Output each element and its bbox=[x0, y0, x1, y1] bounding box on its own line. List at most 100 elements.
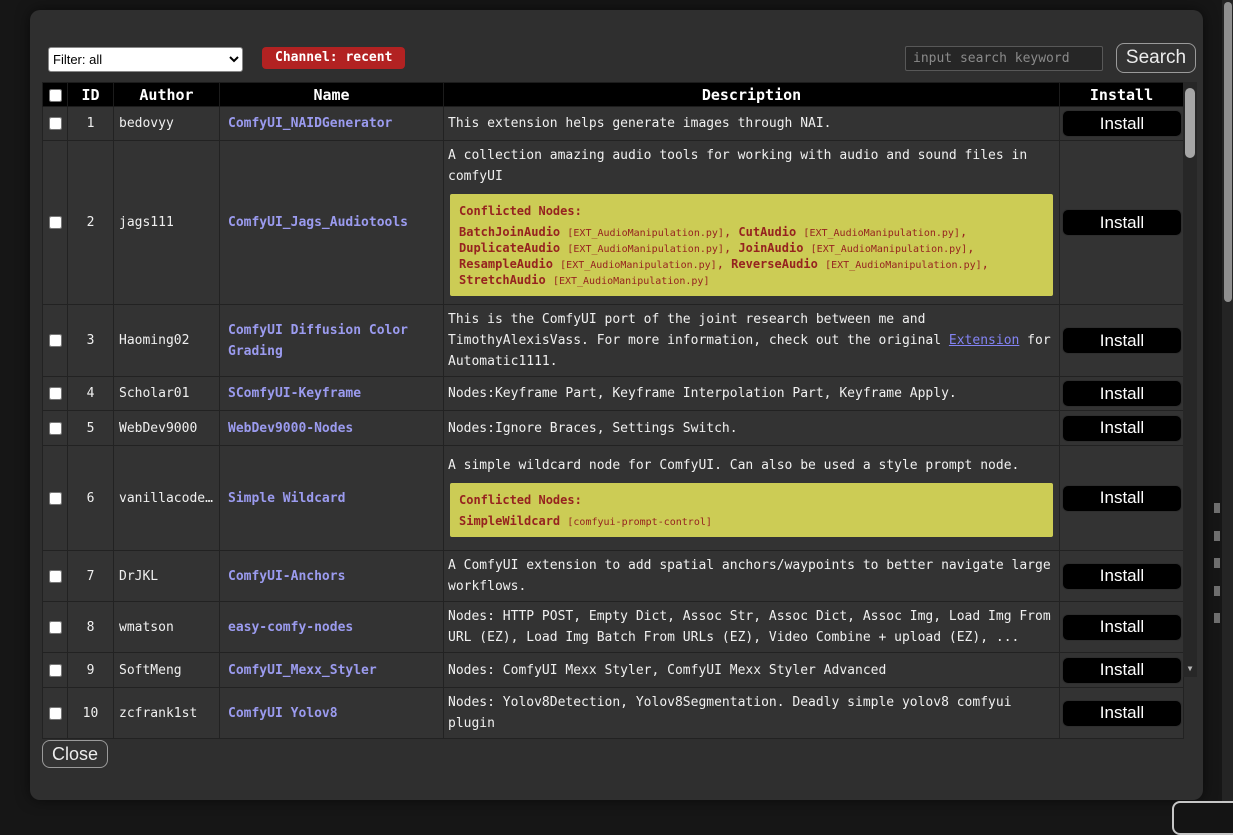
description-text: Nodes: HTTP POST, Empty Dict, Assoc Str,… bbox=[448, 609, 1051, 645]
description-text: A simple wildcard node for ComfyUI. Can … bbox=[448, 458, 1019, 473]
conflict-node-name: CutAudio bbox=[738, 225, 796, 239]
description-link[interactable]: Extension bbox=[949, 333, 1019, 348]
cell-id: 5 bbox=[68, 411, 114, 446]
cell-id: 1 bbox=[68, 107, 114, 141]
install-button[interactable]: Install bbox=[1062, 700, 1182, 727]
conflict-node-source: [comfyui-prompt-control] bbox=[567, 517, 712, 528]
header-name: Name bbox=[220, 83, 444, 107]
cell-select bbox=[43, 653, 68, 688]
select-all-checkbox[interactable] bbox=[49, 89, 62, 102]
table-row: 2jags111ComfyUI_Jags_AudiotoolsA collect… bbox=[43, 141, 1184, 305]
row-checkbox[interactable] bbox=[49, 117, 62, 130]
table-header-row: ID Author Name Description Install bbox=[43, 83, 1184, 107]
cell-description: Nodes:Ignore Braces, Settings Switch. bbox=[444, 411, 1060, 446]
extension-name-link[interactable]: ComfyUI_Mexx_Styler bbox=[220, 653, 444, 688]
extension-name-link[interactable]: ComfyUI Yolov8 bbox=[220, 688, 444, 739]
cell-author: zcfrank1st bbox=[114, 688, 220, 739]
cell-select bbox=[43, 107, 68, 141]
conflict-title: Conflicted Nodes: bbox=[459, 490, 1044, 511]
install-button[interactable]: Install bbox=[1062, 614, 1182, 641]
table-row: 5WebDev9000WebDev9000-Nodes Nodes:Ignore … bbox=[43, 411, 1184, 446]
extension-name-link[interactable]: ComfyUI_NAIDGenerator bbox=[220, 107, 444, 141]
scrollbar-down-arrow-icon[interactable]: ▼ bbox=[1183, 664, 1197, 674]
row-checkbox[interactable] bbox=[49, 492, 62, 505]
extension-name-link[interactable]: SComfyUI-Keyframe bbox=[220, 377, 444, 411]
conflict-node-source: [EXT_AudioManipulation.py] bbox=[560, 260, 717, 271]
row-checkbox[interactable] bbox=[49, 422, 62, 435]
search-input[interactable] bbox=[905, 46, 1103, 71]
row-checkbox[interactable] bbox=[49, 334, 62, 347]
page-scrollbar-thumb[interactable] bbox=[1224, 2, 1232, 302]
extension-name-link[interactable]: ComfyUI Diffusion Color Grading bbox=[220, 305, 444, 377]
description-text: A collection amazing audio tools for wor… bbox=[448, 148, 1027, 184]
conflict-warning-box: Conflicted Nodes: SimpleWildcard [comfyui… bbox=[450, 483, 1053, 537]
table-scrollbar-thumb[interactable] bbox=[1185, 88, 1195, 158]
row-checkbox[interactable] bbox=[49, 664, 62, 677]
row-checkbox[interactable] bbox=[49, 216, 62, 229]
install-button[interactable]: Install bbox=[1062, 657, 1182, 684]
custom-nodes-table: ID Author Name Description Install 1bedo… bbox=[42, 82, 1197, 677]
description-text: Nodes: ComfyUI Mexx Styler, ComfyUI Mexx… bbox=[448, 663, 886, 678]
cell-select bbox=[43, 602, 68, 653]
cell-id: 8 bbox=[68, 602, 114, 653]
extension-name-link[interactable]: Simple Wildcard bbox=[220, 446, 444, 551]
row-checkbox[interactable] bbox=[49, 707, 62, 720]
cell-id: 6 bbox=[68, 446, 114, 551]
extension-name-link[interactable]: ComfyUI_Jags_Audiotools bbox=[220, 141, 444, 305]
extension-name-link[interactable]: ComfyUI-Anchors bbox=[220, 551, 444, 602]
cell-author: bedovyy bbox=[114, 107, 220, 141]
cell-select bbox=[43, 551, 68, 602]
extension-name-link[interactable]: WebDev9000-Nodes bbox=[220, 411, 444, 446]
cell-description: A collection amazing audio tools for wor… bbox=[444, 141, 1060, 305]
description-text: Nodes: Yolov8Detection, Yolov8Segmentati… bbox=[448, 695, 1012, 731]
cell-description: A simple wildcard node for ComfyUI. Can … bbox=[444, 446, 1060, 551]
conflict-warning-box: Conflicted Nodes: BatchJoinAudio [EXT_Aud… bbox=[450, 194, 1053, 296]
cell-select bbox=[43, 377, 68, 411]
cell-author: WebDev9000 bbox=[114, 411, 220, 446]
conflict-node-name: BatchJoinAudio bbox=[459, 225, 560, 239]
conflict-title: Conflicted Nodes: bbox=[459, 201, 1044, 222]
cutoff-button[interactable] bbox=[1172, 801, 1233, 835]
search-button[interactable]: Search bbox=[1116, 43, 1196, 73]
cell-id: 2 bbox=[68, 141, 114, 305]
row-checkbox[interactable] bbox=[49, 387, 62, 400]
filter-select[interactable]: Filter: all bbox=[48, 47, 243, 72]
extension-name-link[interactable]: easy-comfy-nodes bbox=[220, 602, 444, 653]
close-button[interactable]: Close bbox=[42, 740, 108, 768]
description-text: Nodes:Ignore Braces, Settings Switch. bbox=[448, 421, 738, 436]
occluded-ui-fragment bbox=[1214, 613, 1220, 623]
install-button[interactable]: Install bbox=[1062, 110, 1182, 137]
cell-select bbox=[43, 141, 68, 305]
table-row: 7DrJKLComfyUI-AnchorsA ComfyUI extension… bbox=[43, 551, 1184, 602]
cell-description: Nodes: HTTP POST, Empty Dict, Assoc Str,… bbox=[444, 602, 1060, 653]
cell-description: Nodes: Yolov8Detection, Yolov8Segmentati… bbox=[444, 688, 1060, 739]
page-scrollbar[interactable] bbox=[1222, 0, 1233, 815]
cell-id: 7 bbox=[68, 551, 114, 602]
custom-nodes-dialog: Filter: all Channel: recent Search ID Au… bbox=[30, 10, 1203, 800]
cell-id: 3 bbox=[68, 305, 114, 377]
cell-install: Install bbox=[1060, 551, 1184, 602]
row-checkbox[interactable] bbox=[49, 570, 62, 583]
cell-select bbox=[43, 688, 68, 739]
cell-install: Install bbox=[1060, 602, 1184, 653]
description-text: This is the ComfyUI port of the joint re… bbox=[448, 312, 949, 348]
conflict-items: SimpleWildcard [comfyui-prompt-control] bbox=[459, 514, 1044, 530]
description-text: Nodes:Keyframe Part, Keyframe Interpolat… bbox=[448, 386, 957, 401]
conflict-node-source: [EXT_AudioManipulation.py] bbox=[825, 260, 982, 271]
install-button[interactable]: Install bbox=[1062, 415, 1182, 442]
table-row: 1bedovyyComfyUI_NAIDGeneratorThis extens… bbox=[43, 107, 1184, 141]
header-install: Install bbox=[1060, 83, 1184, 107]
cell-select bbox=[43, 411, 68, 446]
install-button[interactable]: Install bbox=[1062, 380, 1182, 407]
table-scrollbar[interactable]: ▼ bbox=[1183, 82, 1197, 677]
cell-author: DrJKL bbox=[114, 551, 220, 602]
install-button[interactable]: Install bbox=[1062, 209, 1182, 236]
install-button[interactable]: Install bbox=[1062, 485, 1182, 512]
header-description: Description bbox=[444, 83, 1060, 107]
cell-description: This is the ComfyUI port of the joint re… bbox=[444, 305, 1060, 377]
cell-description: This extension helps generate images thr… bbox=[444, 107, 1060, 141]
table-row: 9SoftMengComfyUI_Mexx_StylerNodes: Comfy… bbox=[43, 653, 1184, 688]
install-button[interactable]: Install bbox=[1062, 327, 1182, 354]
install-button[interactable]: Install bbox=[1062, 563, 1182, 590]
row-checkbox[interactable] bbox=[49, 621, 62, 634]
